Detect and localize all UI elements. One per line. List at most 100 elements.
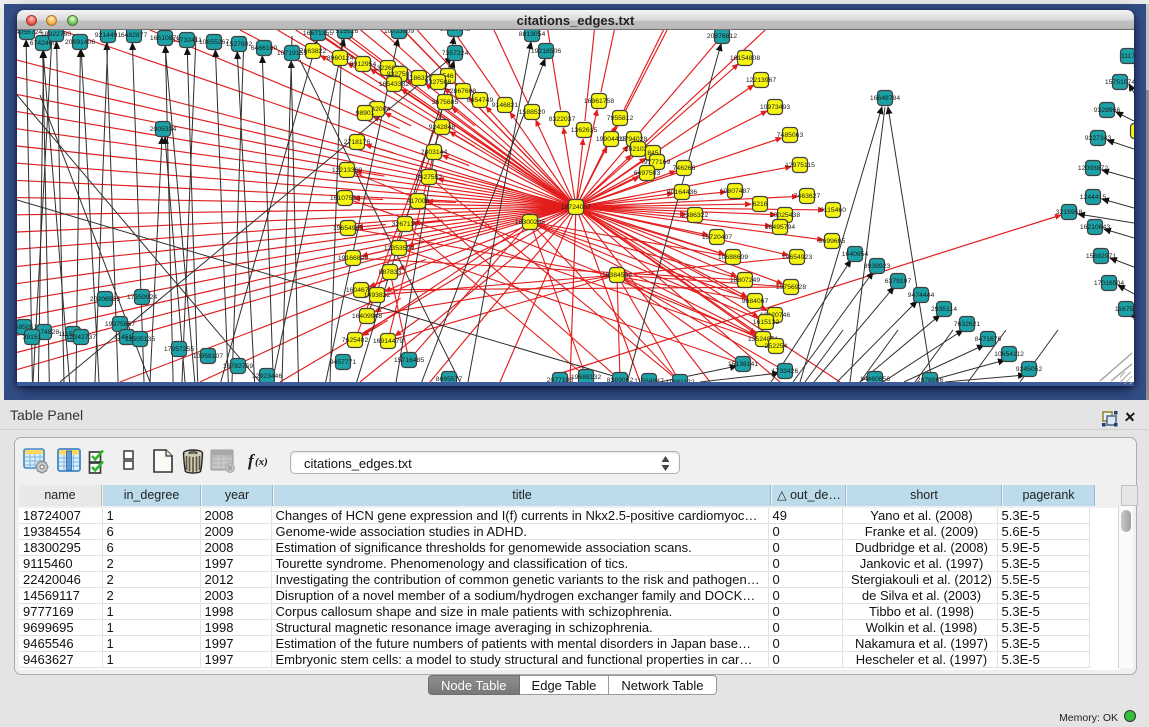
svg-text:12342737: 12342737 <box>66 334 96 341</box>
svg-text:10057945: 10057945 <box>440 30 470 33</box>
svg-text:3267130: 3267130 <box>392 221 419 228</box>
svg-text:7485063: 7485063 <box>777 132 804 139</box>
svg-text:9327508: 9327508 <box>425 79 452 86</box>
svg-text:12093872: 12093872 <box>1078 165 1108 172</box>
svg-text:10973493: 10973493 <box>760 104 790 111</box>
svg-text:18724007: 18724007 <box>561 204 591 211</box>
svg-text:16210643: 16210643 <box>1080 224 1110 231</box>
svg-text:9146821: 9146821 <box>492 102 519 109</box>
svg-text:16648784: 16648784 <box>870 95 900 102</box>
svg-text:16543382: 16543382 <box>379 81 409 88</box>
svg-text:1588520: 1588520 <box>519 109 546 116</box>
svg-text:19654985: 19654985 <box>333 225 363 232</box>
svg-text:1117: 1117 <box>1121 53 1134 60</box>
svg-text:16961758: 16961758 <box>584 98 614 105</box>
svg-text:18300295: 18300295 <box>515 219 545 226</box>
svg-text:20691406: 20691406 <box>65 39 95 46</box>
svg-text:8369062: 8369062 <box>607 377 634 382</box>
svg-text:10654112: 10654112 <box>994 351 1024 358</box>
svg-text:10025438: 10025438 <box>770 212 800 219</box>
svg-text:8454749: 8454749 <box>467 97 494 104</box>
svg-text:9245052: 9245052 <box>1016 366 1043 373</box>
svg-text:1244415: 1244415 <box>1080 194 1107 201</box>
svg-text:19688132: 19688132 <box>571 374 601 381</box>
svg-text:7955812: 7955812 <box>607 115 634 122</box>
svg-text:7632621: 7632621 <box>954 321 981 328</box>
svg-text:2718176: 2718176 <box>344 139 371 146</box>
svg-text:7515526: 7515526 <box>332 30 359 35</box>
svg-text:7625402: 7625402 <box>342 337 369 344</box>
svg-text:15751074: 15751074 <box>1105 79 1134 86</box>
svg-text:16782759: 16782759 <box>223 363 253 370</box>
svg-text:15692971: 15692971 <box>1086 253 1116 260</box>
svg-text:(x): (x) <box>255 456 268 468</box>
svg-text:19975857: 19975857 <box>105 321 135 328</box>
svg-text:18495794: 18495794 <box>765 224 795 231</box>
svg-text:6482877: 6482877 <box>121 32 148 39</box>
svg-text:1362615: 1362615 <box>571 127 598 134</box>
svg-text:10807487: 10807487 <box>720 188 750 195</box>
svg-text:9329966: 9329966 <box>1094 107 1121 114</box>
svg-text:2077105: 2077105 <box>547 377 574 382</box>
svg-text:11584847: 11584847 <box>634 378 664 382</box>
svg-text:7357224: 7357224 <box>442 50 469 57</box>
svg-text:19384554: 19384554 <box>602 272 632 279</box>
svg-text:8471676: 8471676 <box>975 336 1002 343</box>
svg-text:98901: 98901 <box>356 110 375 117</box>
svg-text:1640954: 1640954 <box>842 251 869 258</box>
svg-text:1527602: 1527602 <box>226 41 253 48</box>
svg-text:17957255: 17957255 <box>164 346 194 353</box>
svg-text:8427552: 8427552 <box>416 174 443 181</box>
svg-text:2876966: 2876966 <box>917 377 944 382</box>
svg-text:12213369: 12213369 <box>332 167 362 174</box>
svg-text:9699695: 9699695 <box>819 238 846 245</box>
svg-text:3215958: 3215958 <box>1056 209 1083 216</box>
svg-text:9115460: 9115460 <box>820 207 846 214</box>
svg-text:9214491: 9214491 <box>95 32 122 39</box>
svg-text:19218506: 19218506 <box>531 48 561 55</box>
svg-text:9242848: 9242848 <box>429 124 456 131</box>
svg-text:8813054: 8813054 <box>519 31 546 38</box>
svg-text:2386322: 2386322 <box>682 212 709 219</box>
svg-text:252254: 252254 <box>765 343 788 350</box>
svg-text:6497503: 6497503 <box>634 170 661 177</box>
svg-text:10688609: 10688609 <box>718 254 748 261</box>
svg-text:2005334: 2005334 <box>150 126 177 133</box>
svg-text:2935114: 2935114 <box>931 306 957 313</box>
svg-text:2803144: 2803144 <box>421 149 448 156</box>
svg-text:10655267: 10655267 <box>199 39 229 46</box>
svg-text:6379197: 6379197 <box>885 278 912 285</box>
svg-text:12353594: 12353594 <box>384 245 414 252</box>
svg-text:16154808: 16154808 <box>730 55 760 62</box>
svg-text:1733426: 1733426 <box>772 368 799 375</box>
svg-text:20164436: 20164436 <box>667 189 697 196</box>
svg-text:887833: 887833 <box>379 269 402 276</box>
svg-text:13732411: 13732411 <box>172 37 202 44</box>
svg-text:9684067: 9684067 <box>742 298 769 305</box>
svg-text:12213967: 12213967 <box>746 77 776 84</box>
svg-text:1493822: 1493822 <box>364 292 391 299</box>
svg-text:19654923: 19654923 <box>782 254 812 261</box>
svg-text:1615132: 1615132 <box>753 319 780 326</box>
svg-text:12505135: 12505135 <box>125 336 155 343</box>
svg-text:9457771: 9457771 <box>330 359 357 366</box>
svg-text:15136141: 15136141 <box>728 361 758 368</box>
svg-text:39151: 39151 <box>23 334 42 341</box>
svg-text:18922760: 18922760 <box>41 31 71 38</box>
svg-text:20876812: 20876812 <box>707 33 737 40</box>
svg-text:7463627: 7463627 <box>794 193 821 200</box>
svg-text:12975115: 12975115 <box>785 162 815 169</box>
svg-text:15720407: 15720407 <box>702 234 732 241</box>
svg-text:18807249: 18807249 <box>730 277 760 284</box>
svg-text:10033809: 10033809 <box>384 30 414 35</box>
svg-text:11881122: 11881122 <box>665 379 694 382</box>
svg-text:417006: 417006 <box>407 198 430 205</box>
svg-text:6466160: 6466160 <box>251 45 278 52</box>
svg-text:19166825: 19166825 <box>338 255 368 262</box>
svg-text:8322037: 8322037 <box>549 116 576 123</box>
svg-text:9227343: 9227343 <box>1085 135 1112 142</box>
svg-text:9474444: 9474444 <box>908 292 935 299</box>
svg-text:20206535: 20206535 <box>90 296 120 303</box>
svg-text:116753: 116753 <box>1115 306 1134 313</box>
svg-text:14460856: 14460856 <box>860 376 890 382</box>
